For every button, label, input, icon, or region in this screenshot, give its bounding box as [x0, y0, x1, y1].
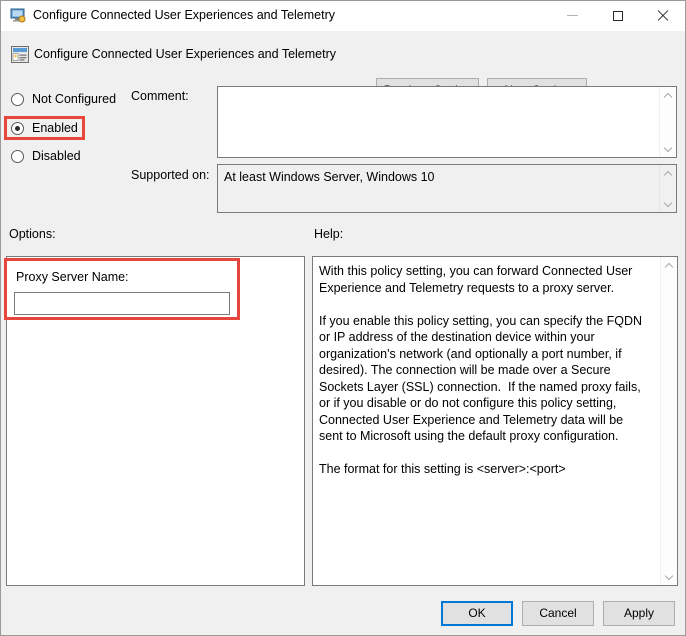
- proxy-server-name-label: Proxy Server Name:: [16, 270, 129, 284]
- supported-on-scrollbar[interactable]: [659, 165, 676, 212]
- radio-enabled-label: Enabled: [32, 121, 78, 135]
- scroll-up-icon[interactable]: [665, 262, 673, 270]
- scroll-up-icon[interactable]: [664, 170, 672, 178]
- cancel-button[interactable]: Cancel: [522, 601, 594, 626]
- scroll-down-icon[interactable]: [664, 199, 672, 207]
- supported-on-value: At least Windows Server, Windows 10: [224, 170, 435, 184]
- radio-disabled-indicator[interactable]: [11, 150, 24, 163]
- proxy-server-name-input[interactable]: [14, 292, 230, 315]
- scroll-down-icon[interactable]: [664, 144, 672, 152]
- supported-on-label: Supported on:: [131, 168, 210, 182]
- options-panel: Proxy Server Name:: [6, 256, 305, 586]
- help-text: With this policy setting, you can forwar…: [319, 263, 649, 478]
- close-button[interactable]: [640, 1, 685, 30]
- radio-not-configured[interactable]: Not Configured: [11, 90, 116, 108]
- policy-setting-dialog: Configure Connected User Experiences and…: [0, 0, 686, 636]
- radio-not-configured-indicator[interactable]: [11, 93, 24, 106]
- comment-label: Comment:: [131, 89, 189, 103]
- apply-button[interactable]: Apply: [603, 601, 675, 626]
- maximize-button[interactable]: [595, 1, 640, 30]
- radio-disabled[interactable]: Disabled: [11, 147, 81, 165]
- options-label: Options:: [9, 227, 56, 241]
- supported-on-field: At least Windows Server, Windows 10: [217, 164, 677, 213]
- scroll-up-icon[interactable]: [664, 92, 672, 100]
- scroll-down-icon[interactable]: [665, 572, 673, 580]
- comment-textarea[interactable]: [217, 86, 677, 158]
- radio-disabled-label: Disabled: [32, 149, 81, 163]
- maximize-icon: [613, 11, 623, 21]
- close-icon: [657, 10, 668, 21]
- minimize-button[interactable]: [550, 1, 595, 30]
- radio-not-configured-label: Not Configured: [32, 92, 116, 106]
- dialog-header: Configure Connected User Experiences and…: [1, 31, 685, 80]
- minimize-icon: [567, 15, 578, 16]
- title-bar: Configure Connected User Experiences and…: [1, 1, 685, 32]
- radio-enabled[interactable]: Enabled: [11, 119, 78, 137]
- comment-scrollbar[interactable]: [659, 87, 676, 157]
- help-scrollbar[interactable]: [660, 257, 677, 585]
- setting-title: Configure Connected User Experiences and…: [34, 47, 336, 61]
- radio-enabled-indicator[interactable]: [11, 122, 24, 135]
- help-panel: With this policy setting, you can forwar…: [312, 256, 678, 586]
- policy-monitor-icon: [10, 8, 27, 24]
- policy-setting-icon: [11, 46, 29, 63]
- window-title: Configure Connected User Experiences and…: [33, 8, 335, 22]
- ok-button[interactable]: OK: [441, 601, 513, 626]
- help-label: Help:: [314, 227, 343, 241]
